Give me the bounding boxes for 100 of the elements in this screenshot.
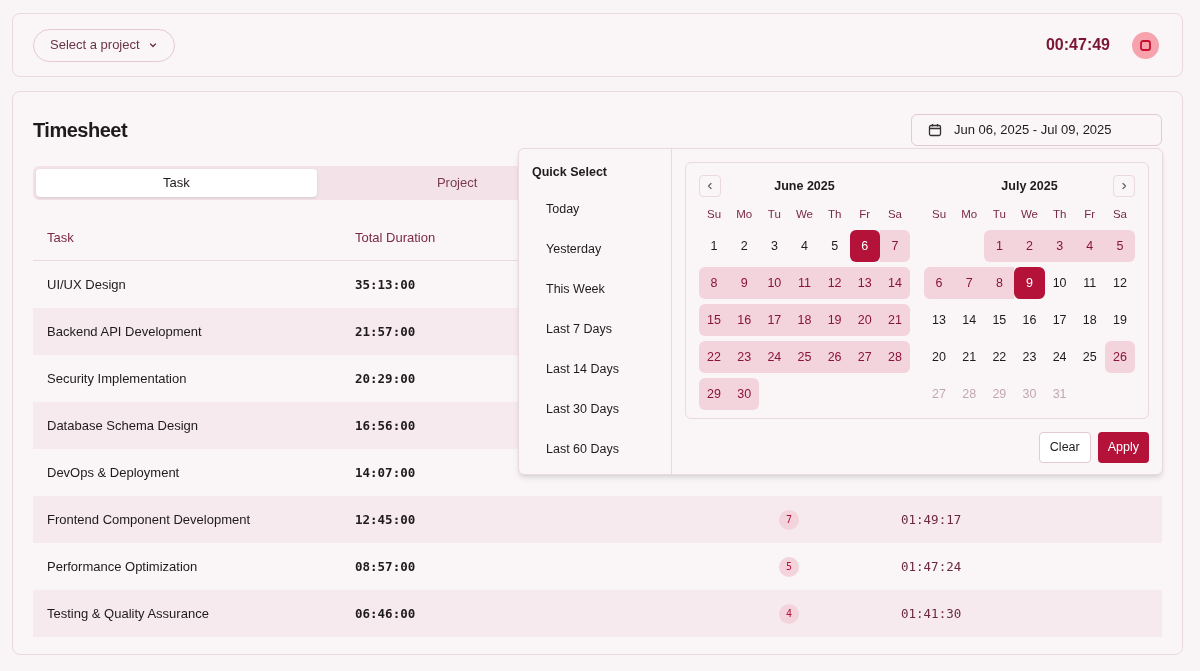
calendar-day[interactable]: 21	[954, 341, 985, 373]
quick-select-item[interactable]: Last 7 Days	[532, 309, 658, 350]
calendar-day[interactable]: 11	[1074, 267, 1105, 299]
calendar-day[interactable]: 23	[729, 341, 760, 373]
calendar-day[interactable]: 1	[699, 230, 730, 262]
table-cell: Performance Optimization	[47, 558, 198, 574]
tab[interactable]: Task	[36, 169, 317, 197]
calendar-day[interactable]: 26	[1104, 341, 1135, 373]
table-cell: 14:07:00	[355, 464, 416, 480]
table-cell: Frontend Component Development	[47, 511, 251, 527]
calendar-day[interactable]: 20	[849, 304, 880, 336]
page-title: Timesheet	[33, 118, 128, 143]
apply-button[interactable]: Apply	[1097, 432, 1149, 463]
calendar-day[interactable]: 15	[699, 304, 730, 336]
calendar-day[interactable]: 19	[1104, 304, 1135, 336]
calendar-day[interactable]: 14	[954, 304, 985, 336]
clear-button[interactable]: Clear	[1038, 432, 1091, 463]
table-cell: 21:57:00	[355, 323, 416, 339]
calendar-day[interactable]: 7	[954, 267, 985, 299]
calendar-day[interactable]: 18	[789, 304, 820, 336]
table-cell: DevOps & Deployment	[47, 464, 180, 480]
table-cell: 01:49:17	[901, 511, 962, 527]
calendar-day[interactable]: 12	[819, 267, 850, 299]
calendar-day[interactable]: 30	[729, 378, 760, 410]
quick-select-item[interactable]: Today	[532, 189, 658, 230]
calendar-day[interactable]: 22	[699, 341, 730, 373]
calendar-day[interactable]: 6	[924, 267, 955, 299]
calendar-day[interactable]: 21	[879, 304, 910, 336]
chevron-right-icon	[1119, 181, 1129, 191]
calendar-day[interactable]: 25	[1074, 341, 1105, 373]
calendar-day[interactable]: 3	[759, 230, 790, 262]
calendar-day[interactable]: 11	[789, 267, 820, 299]
month-title: June 2025	[774, 177, 835, 195]
weekday-label: Su	[931, 207, 948, 222]
calendar-day[interactable]: 22	[984, 341, 1015, 373]
calendar-day[interactable]: 25	[789, 341, 820, 373]
table-cell: 06:46:00	[355, 605, 416, 621]
quick-select-item[interactable]: Yesterday	[532, 229, 658, 270]
calendar-day[interactable]: 17	[1044, 304, 1075, 336]
calendar-day[interactable]: 26	[819, 341, 850, 373]
weekday-label: Mo	[960, 207, 979, 222]
quick-select-item[interactable]: Last 60 Days	[532, 429, 658, 470]
calendar-day[interactable]: 9	[729, 267, 760, 299]
calendar-day[interactable]: 3	[1044, 230, 1075, 262]
calendar-day[interactable]: 13	[849, 267, 880, 299]
table-cell: Testing & Quality Assurance	[47, 605, 209, 621]
calendar-day[interactable]: 24	[1044, 341, 1075, 373]
calendar-day[interactable]: 4	[789, 230, 820, 262]
calendar-day[interactable]: 15	[984, 304, 1015, 336]
table-cell: Backend API Development	[47, 323, 202, 339]
weekday-label: Sa	[1111, 207, 1128, 222]
calendar-day[interactable]: 10	[1044, 267, 1075, 299]
calendar-day[interactable]: 28	[879, 341, 910, 373]
weekday-label: We	[1019, 207, 1039, 222]
chevron-left-icon	[705, 181, 715, 191]
calendar-day[interactable]: 8	[699, 267, 730, 299]
chevron-down-icon	[147, 40, 158, 50]
stop-button[interactable]	[1132, 31, 1159, 59]
table-cell: 20:29:00	[355, 370, 416, 386]
weekday-label: We	[794, 207, 814, 222]
count-badge: 7	[779, 509, 799, 530]
column-header: Task	[47, 230, 74, 246]
calendar-day[interactable]: 4	[1074, 230, 1105, 262]
calendar-day[interactable]: 12	[1104, 267, 1135, 299]
calendar-day[interactable]: 27	[849, 341, 880, 373]
weekday-label: Tu	[766, 207, 782, 222]
table-cell: 01:41:30	[901, 605, 962, 621]
calendar-day[interactable]: 1	[984, 230, 1015, 262]
calendar-day[interactable]: 5	[819, 230, 850, 262]
calendar-day[interactable]: 18	[1074, 304, 1105, 336]
calendar-day[interactable]: 5	[1104, 230, 1135, 262]
quick-select-item[interactable]: Last 14 Days	[532, 349, 658, 390]
calendar-day[interactable]: 7	[879, 230, 910, 262]
calendar-day[interactable]: 19	[819, 304, 850, 336]
weekday-label: Tu	[991, 207, 1007, 222]
calendar-day[interactable]: 6	[849, 230, 880, 262]
quick-select-item[interactable]: This Week	[532, 269, 658, 310]
calendar-day[interactable]: 10	[759, 267, 790, 299]
calendar-day[interactable]: 9	[1014, 267, 1045, 299]
table-cell: 01:47:24	[901, 558, 962, 574]
calendar-day[interactable]: 16	[729, 304, 760, 336]
calendar-day[interactable]: 2	[1014, 230, 1045, 262]
calendar-day[interactable]: 13	[924, 304, 955, 336]
calendar-day[interactable]: 2	[729, 230, 760, 262]
section-title: Quick Select	[532, 164, 609, 181]
quick-select-item[interactable]: Last 30 Days	[532, 389, 658, 430]
previous-month-button[interactable]	[699, 175, 721, 197]
calendar-day[interactable]: 24	[759, 341, 790, 373]
calendar-day[interactable]: 20	[924, 341, 955, 373]
calendar-day[interactable]: 17	[759, 304, 790, 336]
calendar-day[interactable]: 8	[984, 267, 1015, 299]
calendar-day[interactable]: 23	[1014, 341, 1045, 373]
date-range-button[interactable]: Jun 06, 2025 - Jul 09, 2025	[911, 114, 1162, 146]
weekday-label: Th	[1051, 207, 1068, 222]
calendar-day[interactable]: 29	[699, 378, 730, 410]
next-month-button[interactable]	[1113, 175, 1135, 197]
calendar-day[interactable]: 16	[1014, 304, 1045, 336]
month-title: July 2025	[1001, 177, 1058, 195]
weekday-label: Mo	[735, 207, 754, 222]
calendar-day[interactable]: 14	[879, 267, 910, 299]
